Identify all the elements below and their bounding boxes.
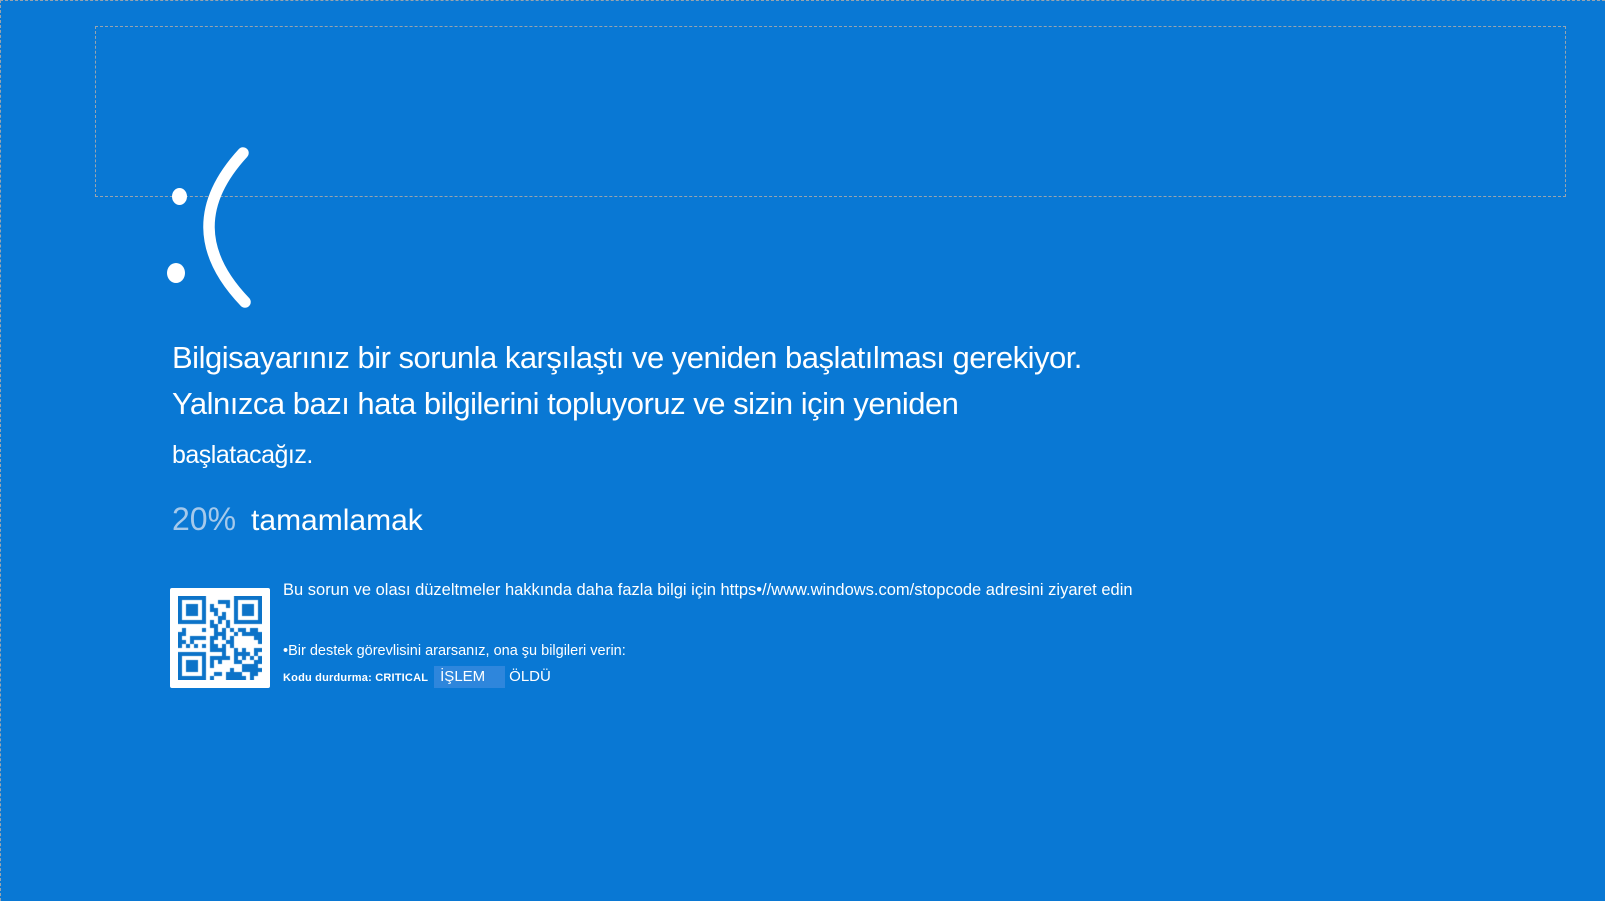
headline-line-3: başlatacağız.	[172, 441, 313, 470]
stopcode-word-islem: İŞLEM	[434, 666, 505, 688]
more-info-text: Bu sorun ve olası düzeltmeler hakkında d…	[283, 581, 1133, 600]
headline-line-1: Bilgisayarınız bir sorunla karşılaştı ve…	[172, 340, 1082, 376]
sad-face-icon	[160, 140, 280, 320]
bsod-screen: Bilgisayarınız bir sorunla karşılaştı ve…	[0, 0, 1605, 901]
qr-code	[170, 588, 270, 688]
stopcode-label: Kodu durdurma: CRITICAL	[283, 672, 428, 684]
placeholder-selection-box[interactable]	[95, 26, 1566, 197]
progress-label: tamamlamak	[251, 504, 423, 538]
stopcode-word-oldu: ÖLDÜ	[509, 668, 551, 685]
qr-canvas	[178, 596, 262, 680]
support-info-text: •Bir destek görevlisini ararsanız, ona ş…	[283, 643, 626, 659]
progress-percent: 20%	[172, 501, 236, 538]
progress-row: 20% tamamlamak	[172, 501, 423, 538]
stopcode-row: Kodu durdurma: CRITICAL İŞLEM ÖLDÜ	[283, 666, 551, 688]
headline-line-2: Yalnızca bazı hata bilgilerini topluyoru…	[172, 386, 958, 422]
